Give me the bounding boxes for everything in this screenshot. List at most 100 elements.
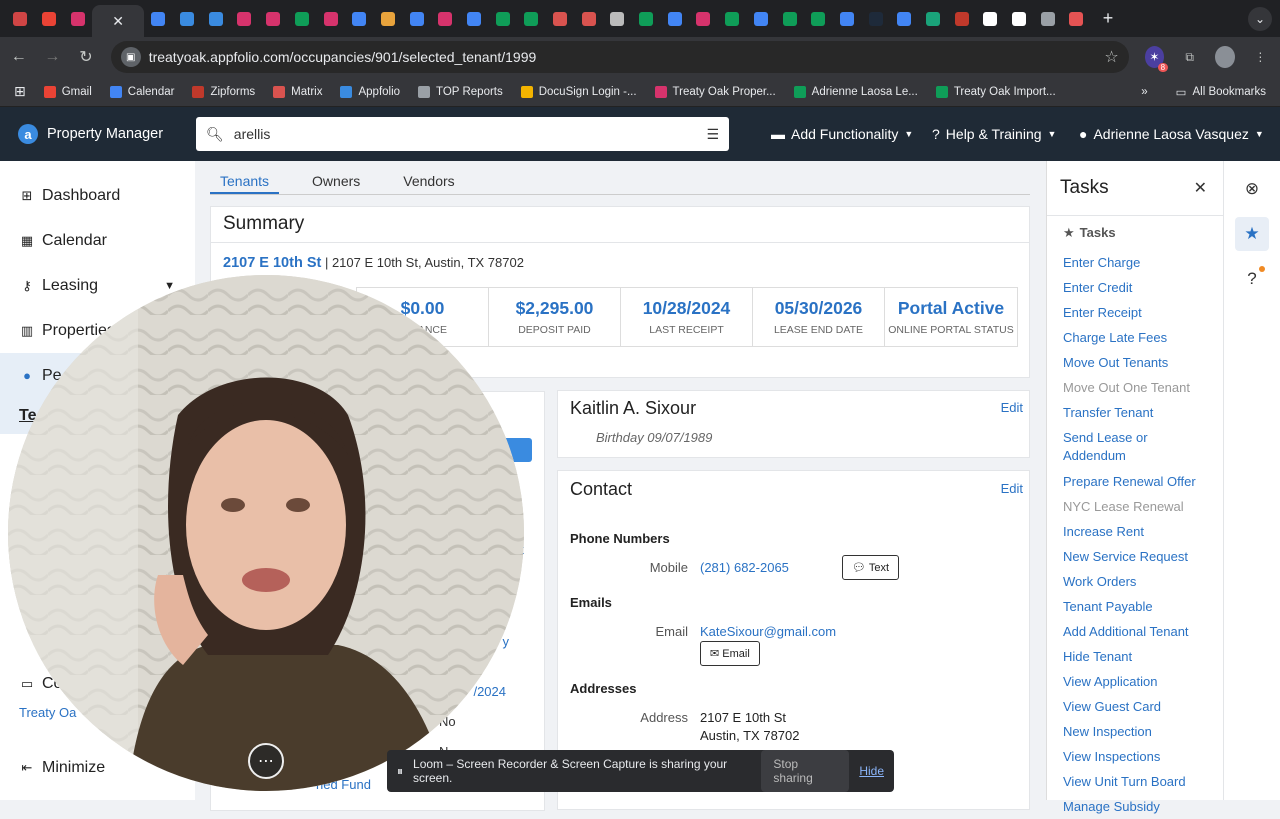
browser-tab[interactable] xyxy=(603,5,632,33)
browser-tab[interactable] xyxy=(517,5,546,33)
browser-tab[interactable] xyxy=(6,5,35,33)
browser-tab[interactable] xyxy=(316,5,345,33)
task-item[interactable]: Enter Charge xyxy=(1063,250,1213,275)
reload-icon[interactable]: ↻ xyxy=(77,47,95,67)
browser-tab[interactable] xyxy=(230,5,259,33)
browser-tab[interactable] xyxy=(173,5,202,33)
browser-tab[interactable] xyxy=(144,5,173,33)
sidebar-item-dashboard[interactable]: ⊞ Dashboard xyxy=(0,173,195,218)
extension-icon[interactable]: ✶ 8 xyxy=(1144,46,1169,72)
webcam-bubble[interactable] xyxy=(8,275,524,791)
browser-tab[interactable] xyxy=(488,5,517,33)
more-bookmarks-icon[interactable]: » xyxy=(1141,86,1147,98)
task-item[interactable]: Enter Receipt xyxy=(1063,300,1213,325)
tab-tenants[interactable]: Tenants xyxy=(210,171,280,194)
bookmark-item[interactable]: Gmail xyxy=(43,85,92,98)
browser-tab[interactable] xyxy=(1033,5,1062,33)
back-icon[interactable]: ← xyxy=(10,48,28,66)
browser-tab[interactable] xyxy=(460,5,489,33)
contact-edit-link[interactable]: Edit xyxy=(1001,481,1023,496)
tab-owners[interactable]: Owners xyxy=(302,171,370,194)
close-icon[interactable]: ✕ xyxy=(1194,178,1207,198)
task-item[interactable]: Prepare Renewal Offer xyxy=(1063,469,1213,494)
tab-search-icon[interactable]: ⌄ xyxy=(1248,7,1272,31)
bookmark-item[interactable]: Zipforms xyxy=(192,85,255,98)
browser-tab[interactable] xyxy=(288,5,317,33)
browser-tab[interactable] xyxy=(833,5,862,33)
browser-tab[interactable] xyxy=(431,5,460,33)
task-item[interactable]: Manage Subsidy xyxy=(1063,794,1213,819)
task-item[interactable]: Add Additional Tenant xyxy=(1063,619,1213,644)
bookmark-item[interactable]: Treaty Oak Import... xyxy=(935,85,1056,98)
task-item[interactable]: Send Lease or Addendum xyxy=(1063,425,1213,469)
browser-tab[interactable] xyxy=(259,5,288,33)
task-item[interactable]: New Service Request xyxy=(1063,544,1213,569)
browser-tab[interactable] xyxy=(402,5,431,33)
help-circle-icon[interactable]: ? xyxy=(1235,262,1269,296)
task-item[interactable]: Hide Tenant xyxy=(1063,644,1213,669)
browser-tab[interactable] xyxy=(35,5,64,33)
sidebar-item-calendar[interactable]: ▦ Calendar xyxy=(0,218,195,263)
profile-avatar[interactable] xyxy=(1215,46,1235,68)
help-training-menu[interactable]: ? Help & Training ▼ xyxy=(932,126,1056,142)
app-logo[interactable]: a Property Manager xyxy=(18,124,196,144)
tab-vendors[interactable]: Vendors xyxy=(393,171,464,194)
task-item[interactable]: New Inspection xyxy=(1063,719,1213,744)
browser-tab[interactable] xyxy=(374,5,403,33)
add-functionality-menu[interactable]: ▬ Add Functionality ▼ xyxy=(771,126,913,142)
task-item[interactable]: Transfer Tenant xyxy=(1063,400,1213,425)
browser-tab[interactable] xyxy=(1005,5,1034,33)
site-info-icon[interactable]: ▣ xyxy=(120,47,141,67)
bookmark-item[interactable]: TOP Reports xyxy=(418,85,503,98)
webcam-more-button[interactable]: ⋯ xyxy=(248,743,284,779)
browser-tab[interactable] xyxy=(775,5,804,33)
task-item[interactable]: Work Orders xyxy=(1063,569,1213,594)
browser-tab[interactable] xyxy=(1062,5,1091,33)
bookmark-item[interactable]: Adrienne Laosa Le... xyxy=(793,85,918,98)
global-search[interactable]: 🔍︎ ☰ xyxy=(196,117,729,151)
task-item[interactable]: View Unit Turn Board xyxy=(1063,769,1213,794)
stop-sharing-button[interactable]: Stop sharing xyxy=(761,750,850,792)
task-item[interactable]: Increase Rent xyxy=(1063,519,1213,544)
hide-button[interactable]: Hide xyxy=(859,764,884,778)
forward-icon[interactable]: → xyxy=(44,48,62,66)
task-item[interactable]: View Application xyxy=(1063,669,1213,694)
search-input[interactable] xyxy=(233,126,697,142)
browser-tab[interactable]: ✕ xyxy=(92,5,145,37)
new-tab-icon[interactable]: + xyxy=(1103,8,1114,29)
pause-icon[interactable]: ⏸ xyxy=(397,764,403,779)
bookmark-item[interactable]: Appfolio xyxy=(340,85,400,98)
apps-grid-icon[interactable]: ⊞ xyxy=(14,83,26,100)
email-link[interactable]: KateSixour@gmail.com xyxy=(700,624,836,639)
close-circle-icon[interactable]: ⊗ xyxy=(1235,172,1269,206)
browser-tab[interactable] xyxy=(718,5,747,33)
text-button[interactable]: 💬︎ Text xyxy=(842,555,900,580)
address-bar[interactable]: ▣ treatyoak.appfolio.com/occupancies/901… xyxy=(110,41,1129,73)
left-link-fragment[interactable]: y xyxy=(503,634,510,649)
tenant-edit-link[interactable]: Edit xyxy=(1001,400,1023,415)
browser-tab[interactable] xyxy=(976,5,1005,33)
extensions-puzzle-icon[interactable]: ⧉ xyxy=(1180,46,1199,68)
browser-tab[interactable] xyxy=(345,5,374,33)
chrome-menu-icon[interactable]: ⋮ xyxy=(1251,46,1270,68)
bookmark-item[interactable]: DocuSign Login -... xyxy=(520,85,637,98)
all-bookmarks-button[interactable]: ▭ All Bookmarks xyxy=(1176,85,1266,99)
close-icon[interactable]: ✕ xyxy=(112,13,124,30)
browser-tab[interactable] xyxy=(660,5,689,33)
bookmark-item[interactable]: Calendar xyxy=(109,85,174,98)
bookmark-item[interactable]: Treaty Oak Proper... xyxy=(654,85,776,98)
browser-tab[interactable] xyxy=(63,5,92,33)
task-item[interactable]: Enter Credit xyxy=(1063,275,1213,300)
browser-tab[interactable] xyxy=(861,5,890,33)
browser-tab[interactable] xyxy=(919,5,948,33)
task-item[interactable]: Tenant Payable xyxy=(1063,594,1213,619)
bookmark-star-icon[interactable]: ☆ xyxy=(1104,47,1118,67)
browser-tab[interactable] xyxy=(804,5,833,33)
task-item[interactable]: Move Out Tenants xyxy=(1063,350,1213,375)
email-button[interactable]: ✉ Email xyxy=(700,641,760,666)
browser-tab[interactable] xyxy=(574,5,603,33)
mobile-phone-link[interactable]: (281) 682-2065 xyxy=(700,560,789,575)
browser-tab[interactable] xyxy=(201,5,230,33)
filter-sliders-icon[interactable]: ☰ xyxy=(706,126,719,143)
bookmark-item[interactable]: Matrix xyxy=(273,85,322,98)
